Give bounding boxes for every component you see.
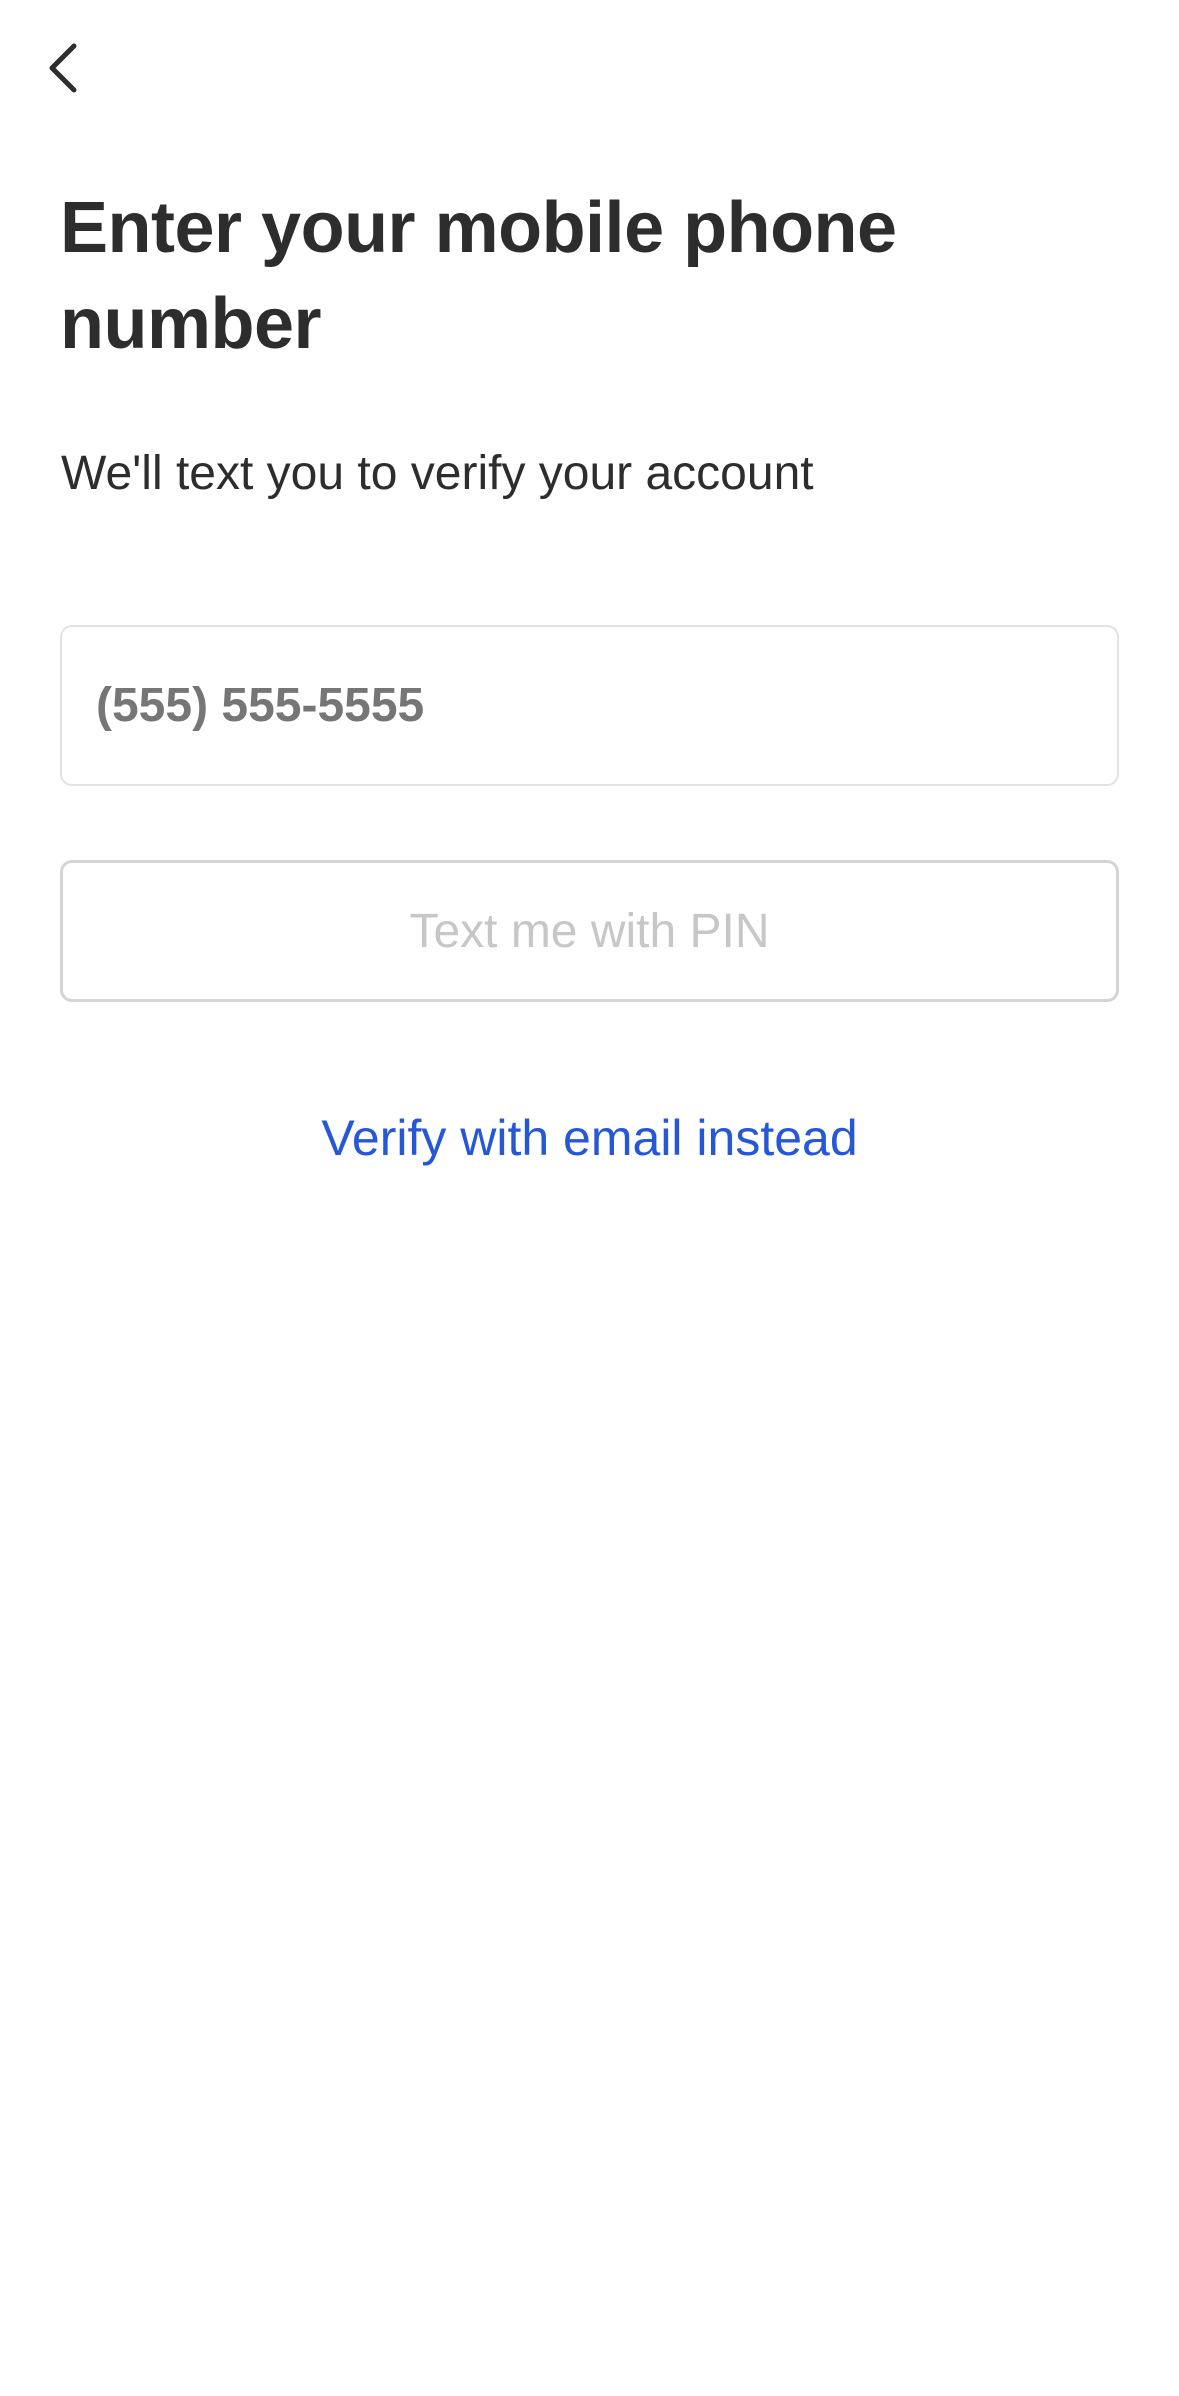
page-subtitle: We'll text you to verify your account [61, 447, 814, 500]
phone-field-container [60, 625, 1119, 786]
verify-email-link[interactable]: Verify with email instead [0, 1100, 1179, 1176]
text-pin-button[interactable]: Text me with PIN [60, 860, 1119, 1002]
page-title: Enter your mobile phone number [60, 188, 897, 364]
chevron-left-icon [44, 42, 84, 94]
phone-number-input[interactable] [62, 627, 1117, 784]
back-button[interactable] [44, 28, 114, 108]
